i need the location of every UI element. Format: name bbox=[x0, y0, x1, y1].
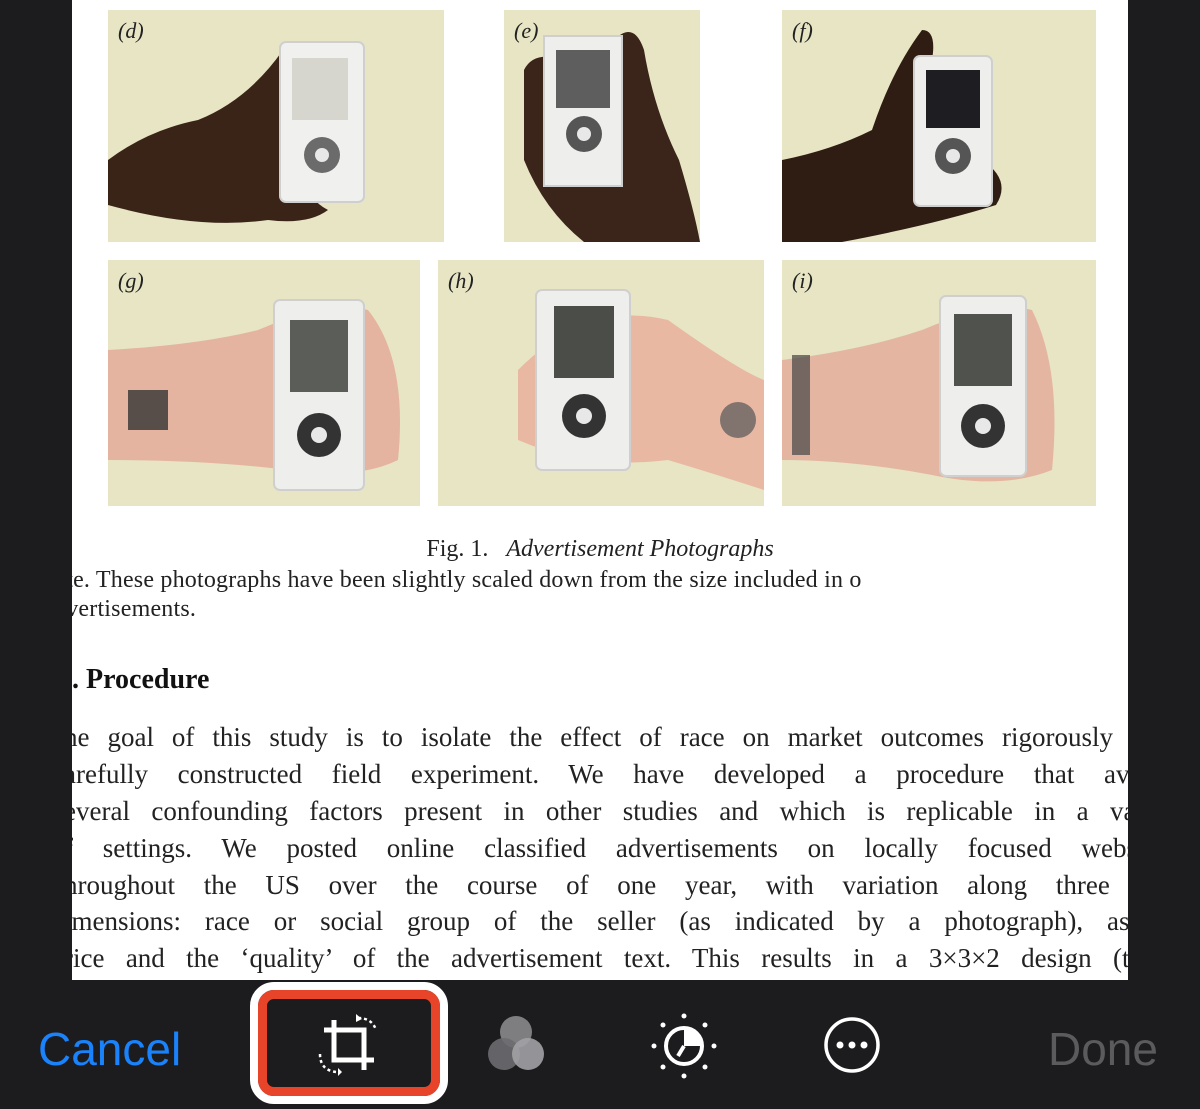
caption-prefix: Fig. 1. bbox=[426, 536, 489, 562]
figure-note-line2: dvertisements. bbox=[72, 596, 197, 622]
photo-h-image bbox=[518, 289, 764, 490]
body-line: he goal of this study is to isolate the … bbox=[72, 722, 1128, 752]
body-line: hroughout the US over the course of one … bbox=[72, 870, 1128, 900]
photo-f: (f) bbox=[782, 10, 1096, 242]
crop-rotate-icon bbox=[318, 1014, 378, 1076]
filters-icon bbox=[488, 1016, 544, 1070]
photo-i-image bbox=[782, 295, 1055, 482]
adjust-button[interactable] bbox=[648, 1010, 720, 1080]
section-heading: . Procedure bbox=[72, 664, 210, 695]
body-line: f settings. We posted online classified … bbox=[72, 833, 1128, 863]
body-line: rice and the ‘quality’ of the advertisem… bbox=[72, 943, 1128, 973]
body-line: arefully constructed field experiment. W… bbox=[72, 759, 1128, 789]
photo-g-image bbox=[108, 299, 400, 491]
photo-label: (g) bbox=[118, 268, 144, 293]
adjust-dial-icon bbox=[651, 1013, 717, 1079]
body-line: imensions: race or social group of the s… bbox=[72, 906, 1128, 936]
more-icon bbox=[824, 1017, 880, 1073]
cancel-button[interactable]: Cancel bbox=[38, 1022, 181, 1076]
crop-rotate-button[interactable] bbox=[312, 1010, 384, 1080]
photo-d-image bbox=[108, 41, 365, 223]
photo-e: (e) bbox=[504, 10, 700, 242]
photo-label: (f) bbox=[792, 18, 813, 43]
photo-label: (d) bbox=[118, 18, 144, 43]
photo-label: (i) bbox=[792, 268, 813, 293]
photo-g: (g) bbox=[108, 260, 420, 506]
done-button[interactable]: Done bbox=[1048, 1022, 1158, 1076]
photo-e-image bbox=[524, 32, 700, 242]
photo-h: (h) bbox=[438, 260, 764, 506]
photo-label: (e) bbox=[514, 18, 539, 43]
figure-caption: Fig. 1. Advertisement Photographs bbox=[72, 536, 1128, 563]
photo-i: (i) bbox=[782, 260, 1096, 506]
more-button[interactable] bbox=[816, 1010, 888, 1080]
photo-d: (d) bbox=[108, 10, 444, 242]
figure-note-line1: ote. These photographs have been slightl… bbox=[72, 567, 862, 593]
photo-label: (h) bbox=[448, 268, 474, 293]
document-page: (d) (e) (f) (g) (h) (i) Fig. 1. Advertis… bbox=[72, 0, 1128, 980]
caption-title: Advertisement Photographs bbox=[506, 536, 774, 562]
body-line: everal confounding factors present in ot… bbox=[72, 796, 1128, 826]
filters-button[interactable] bbox=[480, 1010, 552, 1080]
photo-f-image bbox=[782, 30, 1002, 242]
